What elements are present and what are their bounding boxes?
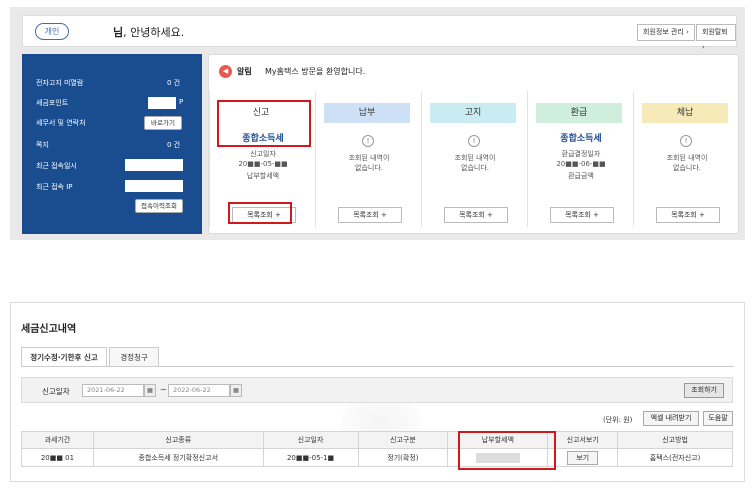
payment-empty-line2: 없습니다. xyxy=(355,164,383,172)
table-header: 과세기간 xyxy=(21,431,94,449)
table-header-row: 과세기간 신고종류 신고일자 신고구분 납부할세액 신고서보기 신고방법 xyxy=(21,431,733,449)
filing-history-table: 과세기간 신고종류 신고일자 신고구분 납부할세액 신고서보기 신고방법 20■… xyxy=(21,431,733,467)
payment-column: 납부 ! 조회된 내역이 없습니다. 목록조회 + xyxy=(315,91,421,227)
user-summary-box: 전자고지 미열람 0 건 세금포인트 P 세무서 및 연락처 바로가기 쪽지 0… xyxy=(22,54,202,234)
notice-column: 고지 ! 조회된 내역이 없습니다. 목록조회 + xyxy=(421,91,527,227)
calendar-icon[interactable]: ▦ xyxy=(230,384,242,397)
withdraw-button[interactable]: 회원탈퇴 › xyxy=(696,24,736,51)
last-login-value-box xyxy=(125,159,183,171)
message-label: 쪽지 xyxy=(36,141,49,149)
filing-method-cell: 홈택스(전자신고) xyxy=(617,448,733,467)
tax-office-shortcut-button[interactable]: 바로가기 xyxy=(144,116,182,130)
table-header: 신고서보기 xyxy=(547,431,619,449)
date-range-tilde: ~ xyxy=(160,385,167,394)
refund-column: 환급 종합소득세 환급결정일자 20■■-06-■■ 환급금액 목록조회 + xyxy=(527,91,633,227)
highlight-tax-payable xyxy=(458,431,556,470)
greeting-name: 님 xyxy=(113,26,124,39)
query-button[interactable]: 조회하기 xyxy=(684,383,724,398)
notice-empty-line2: 없습니다. xyxy=(461,164,489,172)
table-header: 신고일자 xyxy=(262,431,359,449)
arrears-header[interactable]: 체납 xyxy=(642,103,728,123)
refund-title[interactable]: 종합소득세 xyxy=(528,131,634,144)
calendar-icon[interactable]: ▦ xyxy=(144,384,156,397)
excel-download-button[interactable]: 엑셀 내려받기 xyxy=(643,411,699,426)
refund-list-button[interactable]: 목록조회 + xyxy=(550,207,614,223)
tax-filing-history-box: 세금신고내역 정기수정·기한후 신고 경정청구 신고일자 2021-06-22 … xyxy=(10,302,745,482)
date-from-input[interactable]: 2021-06-22 xyxy=(82,384,144,397)
notice-list-button[interactable]: 목록조회 + xyxy=(444,207,508,223)
tax-point-unit: P xyxy=(179,98,184,106)
login-history-button[interactable]: 접속이력조회 xyxy=(135,199,183,213)
refund-date-label: 환급결정일자 xyxy=(561,150,601,158)
table-header: 신고방법 xyxy=(617,431,733,449)
filing-date-cell: 20■■-05-1■ xyxy=(262,448,359,467)
filing-date-value: 20■■-05-■■ xyxy=(238,160,288,168)
unread-notice-value[interactable]: 0 건 xyxy=(167,78,180,88)
search-bar: 신고일자 2021-06-22 ▦ ~ 2022-06-22 ▦ 조회하기 xyxy=(21,377,733,403)
table-row: 20■■ 01 종합소득세 정기확정신고서 20■■-05-1■ 정기(확정) … xyxy=(21,448,733,467)
filing-type-cell: 종합소득세 정기확정신고서 xyxy=(92,448,264,467)
highlight-filing-list-button xyxy=(228,202,292,224)
member-info-button[interactable]: 회원정보 관리 › xyxy=(637,24,695,41)
highlight-filing-title xyxy=(217,100,311,147)
notice-empty-line1: 조회된 내역이 xyxy=(454,154,496,162)
view-filing-cell: 보기 xyxy=(547,448,619,467)
tab-regular-filing[interactable]: 정기수정·기한후 신고 xyxy=(21,347,107,367)
speaker-icon: ◀ xyxy=(219,65,232,78)
alert-message: My홈택스 방문을 환영합니다. xyxy=(265,67,366,76)
user-type-pill[interactable]: 개인 xyxy=(35,23,69,40)
last-ip-label: 최근 접속 IP xyxy=(36,183,73,191)
status-summary-box: ◀ 알림 My홈택스 방문을 환영합니다. 신고 종합소득세 신고일자 20■■… xyxy=(208,54,739,234)
arrears-list-button[interactable]: 목록조회 + xyxy=(656,207,720,223)
message-value[interactable]: 0 건 xyxy=(167,140,180,150)
greeting: 님, 안녕하세요. xyxy=(113,24,184,40)
arrears-empty-line2: 없습니다. xyxy=(673,164,701,172)
last-ip-value-box xyxy=(125,180,183,192)
date-to-input[interactable]: 2022-06-22 xyxy=(168,384,230,397)
unit-label: (단위: 원) xyxy=(603,416,633,424)
tab-divider xyxy=(21,366,734,367)
payment-header[interactable]: 납부 xyxy=(324,103,410,123)
tax-point-label: 세금포인트 xyxy=(36,99,69,107)
alert-label: 알림 xyxy=(237,67,252,76)
info-icon: ! xyxy=(680,135,692,147)
dashboard-panel: 개인 님, 안녕하세요. 회원정보 관리 › 회원탈퇴 › 전자고지 미열람 0… xyxy=(10,7,745,240)
tab-correction-claim[interactable]: 경정청구 xyxy=(109,347,159,367)
filing-category-cell: 정기(확정) xyxy=(357,448,449,467)
filing-date-label: 신고일자 xyxy=(250,150,276,158)
view-filing-button[interactable]: 보기 xyxy=(567,450,599,465)
greeting-text: , 안녕하세요. xyxy=(123,26,185,39)
info-icon: ! xyxy=(362,135,374,147)
section-title: 세금신고내역 xyxy=(21,324,77,335)
table-header: 신고구분 xyxy=(357,431,449,449)
payment-empty-line1: 조회된 내역이 xyxy=(348,154,390,162)
tax-point-value-box xyxy=(148,97,176,109)
unread-notice-label: 전자고지 미열람 xyxy=(36,79,84,87)
tax-filing-history-panel: 세금신고내역 정기수정·기한후 신고 경정청구 신고일자 2021-06-22 … xyxy=(10,302,745,482)
tax-period-cell: 20■■ 01 xyxy=(21,448,94,467)
user-header-bar: 개인 님, 안녕하세요. 회원정보 관리 › 회원탈퇴 › xyxy=(22,15,737,51)
refund-header[interactable]: 환급 xyxy=(536,103,622,123)
arrears-column: 체납 ! 조회된 내역이 없습니다. 목록조회 + xyxy=(633,91,739,227)
refund-date-value: 20■■-06-■■ xyxy=(556,160,606,168)
filing-tax-label: 납부할세액 xyxy=(246,172,280,180)
tax-office-label: 세무서 및 연락처 xyxy=(36,119,86,127)
arrears-empty-line1: 조회된 내역이 xyxy=(666,154,708,162)
last-login-label: 최근 접속일시 xyxy=(36,162,77,170)
help-button[interactable]: 도움말 xyxy=(703,411,733,426)
refund-amount-label: 환급금액 xyxy=(568,172,594,180)
filing-date-search-label: 신고일자 xyxy=(42,387,70,396)
info-icon: ! xyxy=(468,135,480,147)
table-header: 신고종류 xyxy=(92,431,264,449)
notice-header[interactable]: 고지 xyxy=(430,103,516,123)
payment-list-button[interactable]: 목록조회 + xyxy=(338,207,402,223)
